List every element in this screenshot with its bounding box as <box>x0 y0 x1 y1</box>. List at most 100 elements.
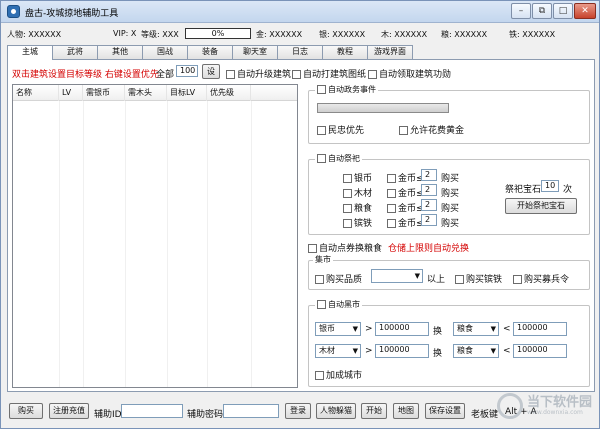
sacrifice-silver-option[interactable]: 银币 <box>343 171 372 184</box>
black-amount1-input-1[interactable]: 100000 <box>375 322 429 336</box>
auto-sacrifice-checkbox[interactable] <box>317 154 326 163</box>
column-divider <box>59 101 60 387</box>
sacrifice-grain-gold-option[interactable]: 金币≤ <box>387 201 424 214</box>
sacrifice-wood-checkbox[interactable] <box>343 189 352 198</box>
dropdown-icon[interactable]: ▼ <box>491 345 496 357</box>
col-name[interactable]: 名称 <box>13 85 59 101</box>
sacrifice-iron-option[interactable]: 镔铁 <box>343 216 372 229</box>
quality-select[interactable]: ▼ <box>371 269 423 283</box>
auto-reward-option[interactable]: 自动领取建筑功勋 <box>368 67 451 80</box>
dropdown-icon[interactable]: ▼ <box>353 345 358 357</box>
sacrifice-grain-input[interactable]: 2 <box>421 199 437 211</box>
loyalty-first-option[interactable]: 民忠优先 <box>317 123 364 136</box>
start-gem-sacrifice-button[interactable]: 开始祭祀宝石 <box>505 198 577 214</box>
buy-order-checkbox[interactable] <box>513 275 522 284</box>
buy-iron-option[interactable]: 购买镔铁 <box>455 272 502 285</box>
register-recharge-button[interactable]: 注册充值 <box>49 403 89 419</box>
dropdown-icon[interactable]: ▼ <box>491 323 496 335</box>
save-settings-button[interactable]: 保存设置 <box>425 403 465 419</box>
black-to-select-2[interactable]: 粮食 ▼ <box>453 344 499 358</box>
allow-gold-checkbox[interactable] <box>399 126 408 135</box>
buy-button[interactable]: 购买 <box>9 403 43 419</box>
col-lv[interactable]: LV <box>59 85 83 101</box>
sacrifice-iron-gold-option[interactable]: 金币≤ <box>387 216 424 229</box>
less-than-symbol: < <box>503 346 511 356</box>
sacrifice-silver-checkbox[interactable] <box>343 174 352 183</box>
tab-tutorial[interactable]: 教程 <box>322 45 368 59</box>
black-amount1-input-2[interactable]: 100000 <box>375 344 429 358</box>
buy-order-option[interactable]: 购买募兵令 <box>513 272 569 285</box>
sacrifice-silver-gold-option[interactable]: 金币≤ <box>387 171 424 184</box>
tab-national-war[interactable]: 国战 <box>142 45 188 59</box>
swap-label: 换 <box>433 327 443 337</box>
buy-iron-checkbox[interactable] <box>455 275 464 284</box>
sacrifice-grain-option[interactable]: 粮食 <box>343 201 372 214</box>
allow-gold-option[interactable]: 允许花费黄金 <box>399 123 464 136</box>
greater-than-symbol: > <box>365 346 373 356</box>
auto-blueprint-option[interactable]: 自动打建筑图纸 <box>292 67 366 80</box>
black-amount2-input-2[interactable]: 100000 <box>513 344 567 358</box>
buy-quality-checkbox[interactable] <box>315 275 324 284</box>
sacrifice-wood-gold-checkbox[interactable] <box>387 189 396 198</box>
sacrifice-iron-checkbox[interactable] <box>343 219 352 228</box>
black-from-select-1[interactable]: 银币 ▼ <box>315 322 361 336</box>
auto-exchange-option[interactable]: 自动点券换粮食 <box>308 241 382 254</box>
sacrifice-silver-gold-checkbox[interactable] <box>387 174 396 183</box>
sacrifice-wood-input[interactable]: 2 <box>421 184 437 196</box>
less-than-symbol: < <box>503 324 511 334</box>
tab-main-city[interactable]: 主城 <box>7 45 53 60</box>
auto-exchange-checkbox[interactable] <box>308 244 317 253</box>
login-button[interactable]: 登录 <box>285 403 311 419</box>
auto-affairs-checkbox[interactable] <box>317 85 326 94</box>
sacrifice-iron-gold-checkbox[interactable] <box>387 219 396 228</box>
dropdown-icon[interactable]: ▼ <box>353 323 358 335</box>
sacrifice-grain-checkbox[interactable] <box>343 204 352 213</box>
auto-upgrade-option[interactable]: 自动升级建筑 <box>226 67 291 80</box>
tab-chatroom[interactable]: 聊天室 <box>232 45 278 59</box>
sacrifice-wood-option[interactable]: 木材 <box>343 186 372 199</box>
helper-password-input[interactable] <box>223 404 279 418</box>
maximize-icon[interactable]: □ <box>553 3 573 19</box>
black-from-select-2[interactable]: 木材 ▼ <box>315 344 361 358</box>
all-level-input[interactable]: 100 <box>176 65 198 77</box>
auto-blueprint-checkbox[interactable] <box>292 70 301 79</box>
watermark-url: www.downxia.com <box>527 409 583 416</box>
sacrifice-silver-input[interactable]: 2 <box>421 169 437 181</box>
sacrifice-grain-gold-checkbox[interactable] <box>387 204 396 213</box>
minimize-icon[interactable]: – <box>511 3 531 19</box>
buy-quality-option[interactable]: 购买品质 <box>315 272 362 285</box>
black-amount2-input-1[interactable]: 100000 <box>513 322 567 336</box>
sacrifice-iron-input[interactable]: 2 <box>421 214 437 226</box>
auto-reward-checkbox[interactable] <box>368 70 377 79</box>
sacrifice-wood-gold-option[interactable]: 金币≤ <box>387 186 424 199</box>
set-all-button[interactable]: 设 <box>202 64 220 79</box>
tab-generals[interactable]: 武将 <box>52 45 98 59</box>
bonus-city-option[interactable]: 加成城市 <box>315 368 362 381</box>
col-priority[interactable]: 优先级 <box>207 85 251 101</box>
helper-id-input[interactable] <box>121 404 183 418</box>
tab-equipment[interactable]: 装备 <box>187 45 233 59</box>
map-button[interactable]: 地图 <box>393 403 419 419</box>
black-market-title[interactable]: 自动黑市 <box>315 299 362 310</box>
tab-game-view[interactable]: 游戏界面 <box>367 45 413 59</box>
tab-other[interactable]: 其他 <box>97 45 143 59</box>
sacrifice-title[interactable]: 自动祭祀 <box>315 153 362 164</box>
black-to-select-1[interactable]: 粮食 ▼ <box>453 322 499 336</box>
col-target-lv[interactable]: 目标LV <box>167 85 207 101</box>
auto-upgrade-checkbox[interactable] <box>226 70 235 79</box>
gem-sacrifice-count-input[interactable]: 10 <box>541 180 559 192</box>
tab-log[interactable]: 日志 <box>277 45 323 59</box>
affairs-title[interactable]: 自动政务事件 <box>315 84 378 95</box>
restore-icon[interactable]: ⧉ <box>532 3 552 19</box>
col-wood[interactable]: 需木头 <box>125 85 167 101</box>
dropdown-icon[interactable]: ▼ <box>415 270 420 282</box>
start-button[interactable]: 开始 <box>361 403 387 419</box>
building-table[interactable]: 名称 LV 需银币 需木头 目标LV 优先级 <box>12 84 298 388</box>
loyalty-first-checkbox[interactable] <box>317 126 326 135</box>
helper-id-label: 辅助ID <box>94 410 122 420</box>
auto-black-market-checkbox[interactable] <box>317 300 326 309</box>
hide-character-button[interactable]: 人物躲猫 <box>316 403 356 419</box>
col-silver[interactable]: 需银币 <box>83 85 125 101</box>
bonus-city-checkbox[interactable] <box>315 371 324 380</box>
close-icon[interactable]: ✕ <box>574 3 596 19</box>
